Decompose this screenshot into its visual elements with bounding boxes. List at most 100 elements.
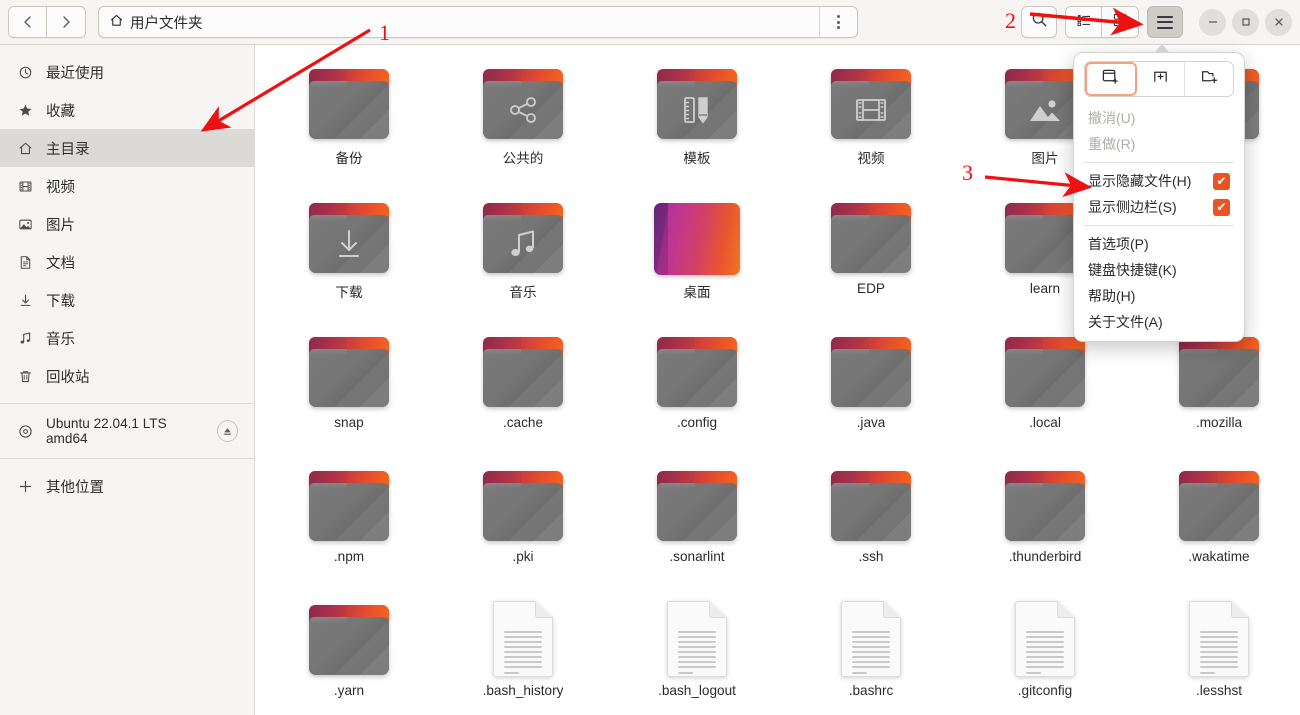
- file-label: .local: [1029, 415, 1061, 430]
- file-label: EDP: [857, 281, 885, 296]
- menu-item-1: 重做(R): [1080, 131, 1238, 157]
- file-item[interactable]: 备份: [262, 55, 436, 189]
- breadcrumb-label: 用户文件夹: [130, 15, 203, 32]
- new-window-button[interactable]: [1085, 62, 1137, 96]
- sidebar-item-3[interactable]: 视频: [0, 167, 254, 205]
- path-options-button[interactable]: [819, 7, 857, 37]
- file-label: .gitconfig: [1017, 683, 1073, 698]
- folder-icon: [480, 469, 566, 543]
- menu-item-5[interactable]: 键盘快捷键(K): [1080, 257, 1238, 283]
- file-item[interactable]: .sonarlint: [610, 457, 784, 591]
- sidebar-item-label: 音乐: [46, 331, 75, 348]
- file-item[interactable]: 音乐: [436, 189, 610, 323]
- file-item[interactable]: 公共的: [436, 55, 610, 189]
- file-item[interactable]: EDP: [784, 189, 958, 323]
- annotation-number-2: 2: [1005, 8, 1016, 33]
- sidebar-devices-list: Ubuntu 22.04.1 LTS amd64: [0, 412, 254, 450]
- close-button[interactable]: [1265, 8, 1292, 36]
- sidebar-item-5[interactable]: 文档: [0, 243, 254, 281]
- annotation-number-1: 1: [379, 20, 390, 45]
- sidebar-item-7[interactable]: 音乐: [0, 319, 254, 357]
- file-item[interactable]: .bash_logout: [610, 591, 784, 715]
- menu-item-label: 显示侧边栏(S): [1088, 199, 1177, 215]
- file-manager-window: 用户文件夹 最近使用 收藏 主目录 视频 图片 文档 下载 音乐 回收站 Ubu…: [0, 0, 1300, 715]
- header-bar: 用户文件夹: [0, 0, 1300, 45]
- file-item[interactable]: .gitconfig: [958, 591, 1132, 715]
- file-item[interactable]: .npm: [262, 457, 436, 591]
- sidebar-item-1[interactable]: 收藏: [0, 91, 254, 129]
- document-file-icon: [667, 601, 727, 677]
- file-item[interactable]: .java: [784, 323, 958, 457]
- file-label: 图片: [1031, 151, 1059, 166]
- new-tab-button[interactable]: [1137, 62, 1186, 96]
- menu-item-2[interactable]: 显示隐藏文件(H) ✔: [1080, 168, 1238, 194]
- folder-icon: [828, 201, 914, 275]
- file-item[interactable]: .thunderbird: [958, 457, 1132, 591]
- checkbox-checked-icon[interactable]: ✔: [1213, 198, 1230, 216]
- path-bar[interactable]: 用户文件夹: [98, 6, 858, 38]
- file-label: .thunderbird: [1008, 549, 1082, 564]
- folder-icon: [480, 201, 566, 275]
- music-note-icon: [16, 329, 34, 347]
- file-item[interactable]: .lesshst: [1132, 591, 1300, 715]
- sidebar-item-8[interactable]: 回收站: [0, 357, 254, 395]
- share-icon: [483, 81, 563, 139]
- ruler-pencil-icon: [657, 81, 737, 139]
- forward-button[interactable]: [47, 7, 85, 37]
- file-item[interactable]: .yarn: [262, 591, 436, 715]
- file-item[interactable]: .local: [958, 323, 1132, 457]
- search-button[interactable]: [1021, 6, 1057, 38]
- main-menu-button[interactable]: [1147, 6, 1183, 38]
- file-item[interactable]: 模板: [610, 55, 784, 189]
- file-item[interactable]: .cache: [436, 323, 610, 457]
- sidebar-item-6[interactable]: 下载: [0, 281, 254, 319]
- file-item[interactable]: .config: [610, 323, 784, 457]
- file-item[interactable]: .wakatime: [1132, 457, 1300, 591]
- minimize-button[interactable]: [1199, 8, 1226, 36]
- menu-item-4[interactable]: 首选项(P): [1080, 231, 1238, 257]
- folder-icon: [1176, 335, 1262, 409]
- sidebar-item-label: 文档: [46, 255, 75, 272]
- file-item[interactable]: snap: [262, 323, 436, 457]
- back-button[interactable]: [9, 7, 47, 37]
- file-item[interactable]: .bash_history: [436, 591, 610, 715]
- file-icon: [654, 599, 740, 677]
- folder-icon: [480, 335, 566, 409]
- list-view-button[interactable]: [1066, 7, 1102, 37]
- checkbox-checked-icon[interactable]: ✔: [1213, 172, 1230, 190]
- file-item[interactable]: .pki: [436, 457, 610, 591]
- file-item[interactable]: 视频: [784, 55, 958, 189]
- file-icon: [480, 331, 566, 409]
- grid-view-button[interactable]: [1102, 7, 1138, 37]
- sidebar-item-0[interactable]: 最近使用: [0, 53, 254, 91]
- maximize-button[interactable]: [1232, 8, 1259, 36]
- file-icon: [306, 63, 392, 141]
- document-icon: [16, 253, 34, 271]
- sidebar-device-0[interactable]: Ubuntu 22.04.1 LTS amd64: [0, 412, 254, 450]
- sidebar-item-4[interactable]: 图片: [0, 205, 254, 243]
- new-folder-button[interactable]: [1185, 62, 1233, 96]
- vertical-dots-icon: [837, 15, 840, 29]
- eject-icon[interactable]: [216, 420, 238, 442]
- file-item[interactable]: .bashrc: [784, 591, 958, 715]
- sidebar-divider: [0, 403, 254, 404]
- folder-icon: [654, 67, 740, 141]
- file-label: .wakatime: [1188, 549, 1250, 564]
- header-right-controls: [1021, 6, 1292, 38]
- menu-item-7[interactable]: 关于文件(A): [1080, 309, 1238, 335]
- hamburger-menu-icon: [1157, 15, 1173, 18]
- sidebar-item-other-locations[interactable]: 其他位置: [0, 467, 254, 505]
- file-item[interactable]: 桌面: [610, 189, 784, 323]
- home-icon: [109, 13, 124, 32]
- file-label: 下载: [335, 285, 363, 300]
- breadcrumb-home[interactable]: 用户文件夹: [99, 7, 213, 37]
- menu-item-6[interactable]: 帮助(H): [1080, 283, 1238, 309]
- file-icon: [828, 197, 914, 275]
- folder-icon: [306, 603, 392, 677]
- menu-item-3[interactable]: 显示侧边栏(S) ✔: [1080, 194, 1238, 220]
- file-item[interactable]: 下载: [262, 189, 436, 323]
- document-file-icon: [1189, 601, 1249, 677]
- file-item[interactable]: .mozilla: [1132, 323, 1300, 457]
- file-item[interactable]: .ssh: [784, 457, 958, 591]
- sidebar-item-2[interactable]: 主目录: [0, 129, 254, 167]
